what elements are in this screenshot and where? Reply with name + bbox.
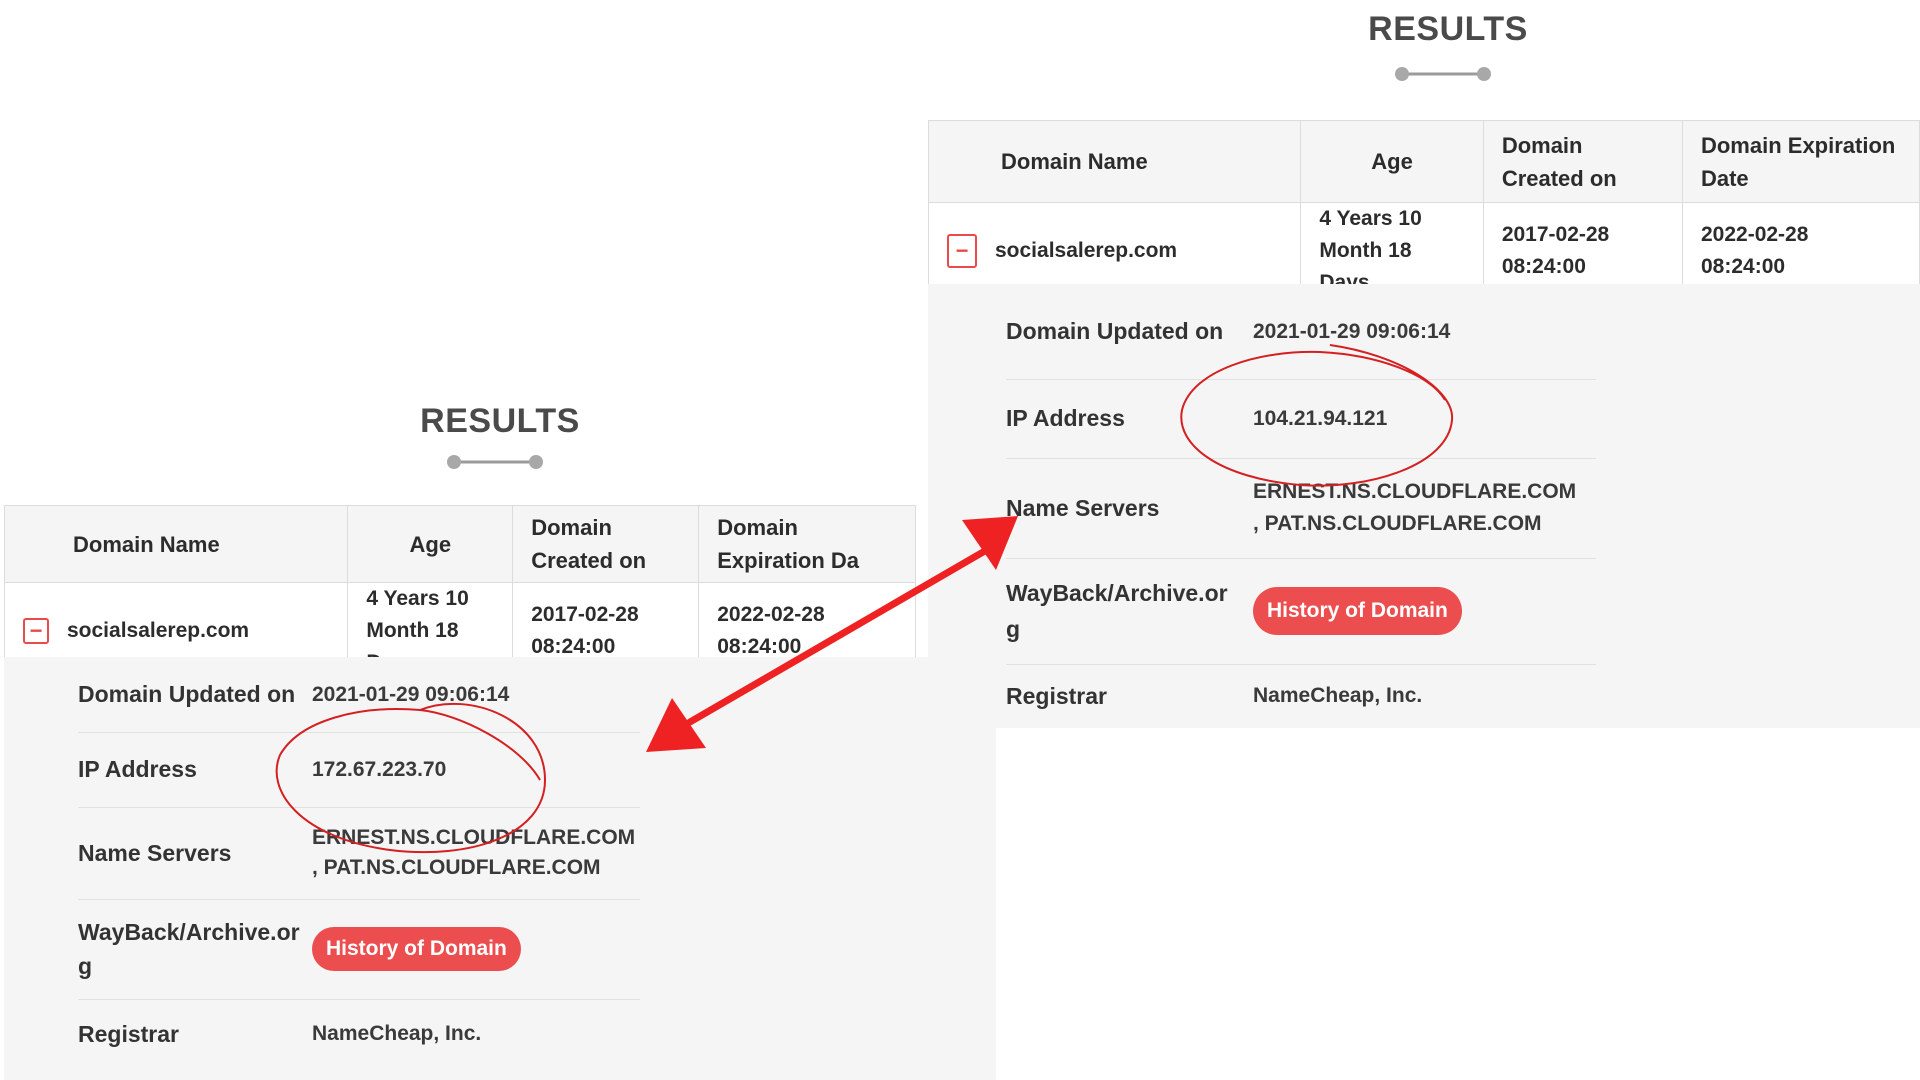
wayback-label-line-1: WayBack/Archive.or xyxy=(78,919,300,945)
ip-value: 172.67.223.70 xyxy=(312,757,447,781)
column-header-age[interactable]: Age xyxy=(347,505,514,583)
collapse-toggle-button[interactable]: − xyxy=(947,234,977,268)
registrar-label: Registrar xyxy=(78,1020,179,1047)
name-server-2: , PAT.NS.CLOUDFLARE.COM xyxy=(1253,512,1542,535)
detail-row-updated: Domain Updated on 2021-01-29 09:06:14 xyxy=(78,657,640,733)
domain-name-value: socialsalerep.com xyxy=(995,239,1178,262)
ip-label: IP Address xyxy=(1006,405,1125,431)
age-line-1: 4 Years 10 xyxy=(1319,207,1422,230)
domain-name-value: socialsalerep.com xyxy=(67,619,250,642)
dot-line-dot-icon xyxy=(1395,67,1491,81)
name-servers-label: Name Servers xyxy=(78,839,232,866)
results-table-container: Domain Name Age Domain Created on Domain… xyxy=(3,505,916,680)
name-servers-value: ERNEST.NS.CLOUDFLARE.COM , PAT.NS.CLOUDF… xyxy=(312,823,635,883)
expiration-time: 08:24:00 xyxy=(1700,255,1786,278)
column-header-created-on[interactable]: Domain Created on xyxy=(512,505,700,583)
table-header-row: Domain Name Age Domain Created on Domain… xyxy=(928,120,1920,203)
ip-label: IP Address xyxy=(78,756,197,782)
expiration-header-label: Domain Expiration Da xyxy=(717,515,860,573)
name-server-2: , PAT.NS.CLOUDFLARE.COM xyxy=(312,856,601,879)
created-on-header-label: Domain Created on xyxy=(1501,132,1617,191)
results-table-container: Domain Name Age Domain Created on Domain… xyxy=(928,120,1920,300)
ip-value: 104.21.94.121 xyxy=(1253,406,1388,430)
created-date: 2017-02-28 xyxy=(1501,223,1610,246)
domain-details-panel: Domain Updated on 2021-01-29 09:06:14 IP… xyxy=(928,284,1920,728)
registrar-label: Registrar xyxy=(1006,682,1107,709)
name-server-1: ERNEST.NS.CLOUDFLARE.COM xyxy=(1253,480,1577,503)
detail-row-name-servers: Name Servers ERNEST.NS.CLOUDFLARE.COM , … xyxy=(1006,458,1596,559)
column-header-age[interactable]: Age xyxy=(1300,120,1484,203)
wayback-label-line-1: WayBack/Archive.or xyxy=(1006,580,1228,606)
table-header-row: Domain Name Age Domain Created on Domain… xyxy=(3,505,916,583)
name-servers-label: Name Servers xyxy=(1006,494,1160,521)
name-server-1: ERNEST.NS.CLOUDFLARE.COM xyxy=(312,826,636,849)
updated-label: Domain Updated on xyxy=(78,681,296,707)
updated-value: 2021-01-29 09:06:14 xyxy=(312,682,510,706)
collapse-toggle-button[interactable]: − xyxy=(23,618,49,644)
right-results-panel: RESULTS Domain Name Age Domain Created o… xyxy=(928,0,1920,728)
detail-row-registrar: Registrar NameCheap, Inc. xyxy=(1006,664,1596,728)
column-header-expiration-date[interactable]: Domain Expiration Date xyxy=(1681,120,1920,203)
wayback-label-line-2: g xyxy=(1006,616,1021,642)
wayback-label: WayBack/Archive.or g xyxy=(1006,575,1253,647)
left-results-panel: RESULTS Domain Name Age Domain Created o… xyxy=(0,380,1000,1080)
name-servers-value: ERNEST.NS.CLOUDFLARE.COM , PAT.NS.CLOUDF… xyxy=(1253,476,1576,540)
registrar-value: NameCheap, Inc. xyxy=(1253,684,1423,707)
column-header-domain-name[interactable]: Domain Name xyxy=(928,120,1302,203)
created-time: 08:24:00 xyxy=(1501,255,1586,278)
expiration-header-label: Domain Expiration Date xyxy=(1700,132,1896,191)
expiration-date: 2022-02-28 xyxy=(717,603,825,626)
detail-row-updated: Domain Updated on 2021-01-29 09:06:14 xyxy=(1006,284,1596,380)
column-header-expiration-date[interactable]: Domain Expiration Da xyxy=(698,505,916,583)
wayback-label: WayBack/Archive.or g xyxy=(78,915,312,983)
created-date: 2017-02-28 xyxy=(531,603,639,626)
expiration-date: 2022-02-28 xyxy=(1700,223,1809,246)
detail-row-ip: IP Address 172.67.223.70 xyxy=(78,732,640,808)
results-table: Domain Name Age Domain Created on Domain… xyxy=(928,120,1920,300)
column-header-created-on[interactable]: Domain Created on xyxy=(1482,120,1683,203)
dot-line-dot-icon xyxy=(447,455,543,469)
results-title: RESULTS xyxy=(1368,10,1528,48)
column-header-domain-name[interactable]: Domain Name xyxy=(3,505,349,583)
updated-label: Domain Updated on xyxy=(1006,318,1224,344)
detail-row-wayback: WayBack/Archive.or g History of Domain xyxy=(1006,558,1596,665)
detail-row-name-servers: Name Servers ERNEST.NS.CLOUDFLARE.COM , … xyxy=(78,807,640,900)
detail-row-registrar: Registrar NameCheap, Inc. xyxy=(78,999,640,1069)
minus-icon: − xyxy=(29,618,43,643)
results-title: RESULTS xyxy=(420,402,580,440)
detail-row-ip: IP Address 104.21.94.121 xyxy=(1006,379,1596,459)
minus-icon: − xyxy=(955,238,969,263)
history-of-domain-button[interactable]: History of Domain xyxy=(312,927,521,971)
domain-details-panel: Domain Updated on 2021-01-29 09:06:14 IP… xyxy=(4,657,996,1080)
wayback-label-line-2: g xyxy=(78,953,93,979)
age-line-1: 4 Years 10 xyxy=(366,587,469,610)
results-table: Domain Name Age Domain Created on Domain… xyxy=(3,505,916,680)
detail-row-wayback: WayBack/Archive.or g History of Domain xyxy=(78,899,640,1000)
registrar-value: NameCheap, Inc. xyxy=(312,1022,482,1045)
history-of-domain-button[interactable]: History of Domain xyxy=(1253,587,1462,635)
created-on-header-label: Domain Created on xyxy=(531,515,647,573)
updated-value: 2021-01-29 09:06:14 xyxy=(1253,319,1451,343)
